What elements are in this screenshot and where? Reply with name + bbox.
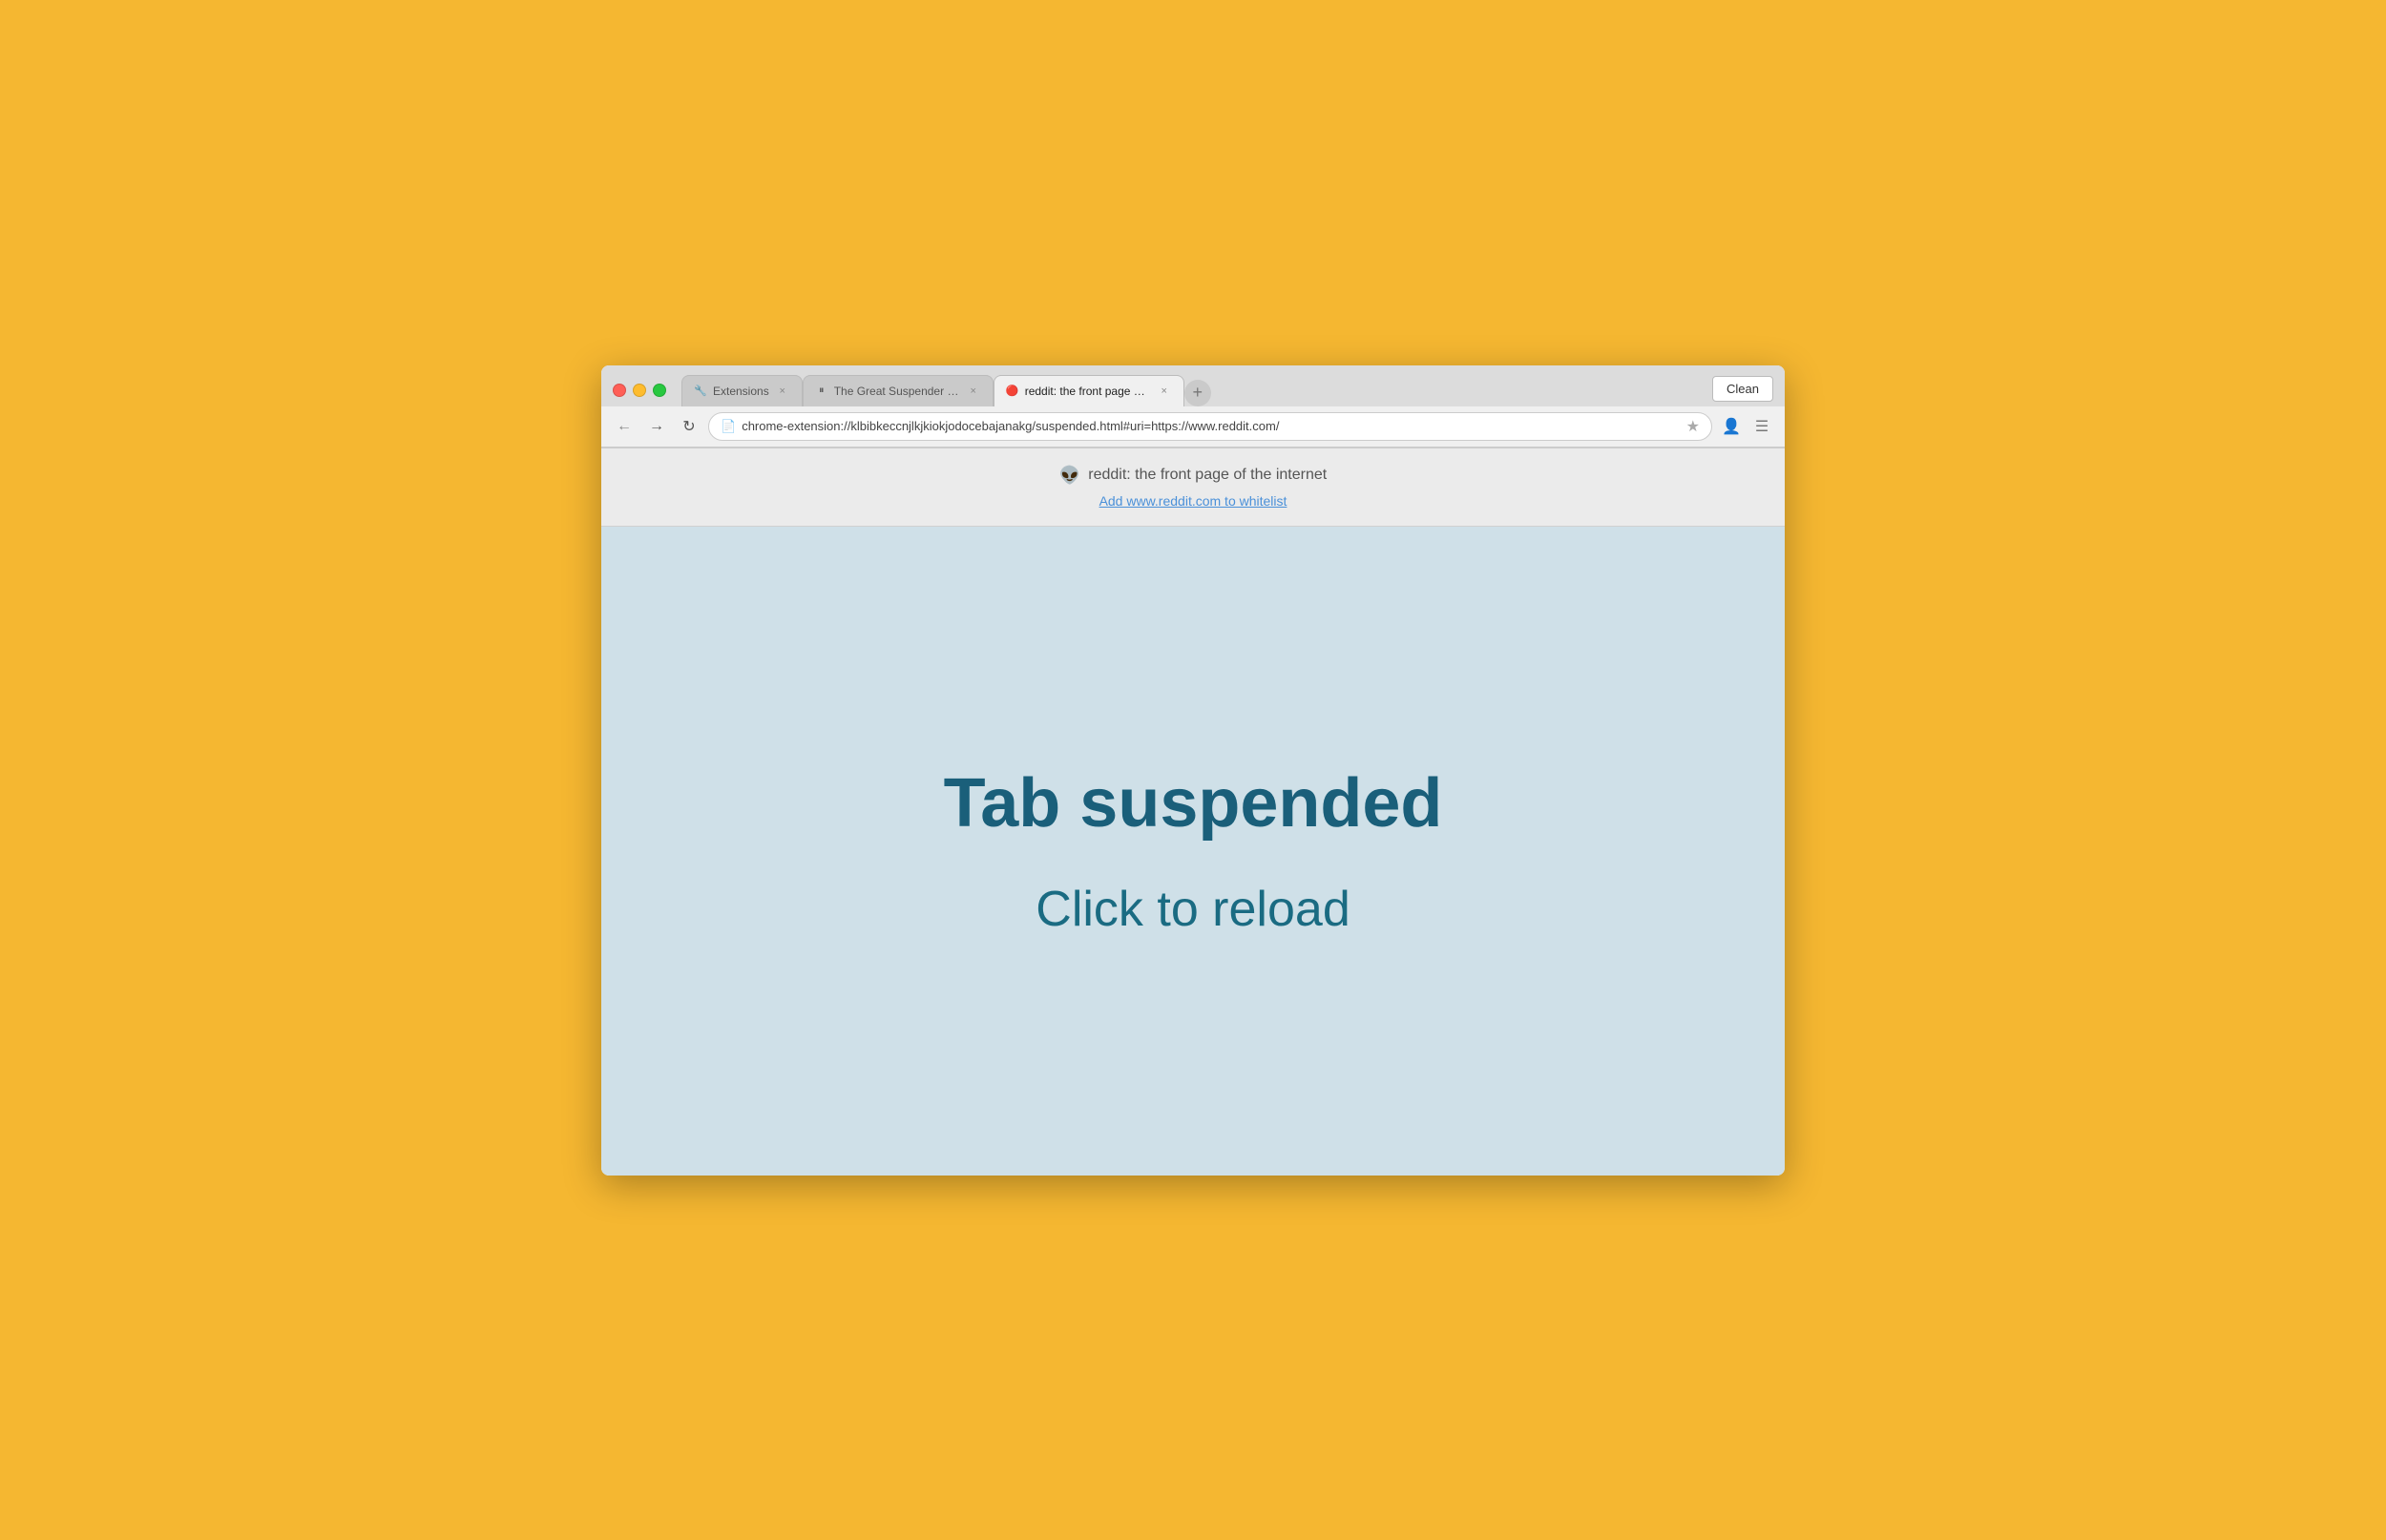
reddit-tab-close[interactable]: ×: [1157, 384, 1172, 399]
great-suspender-tab-label: The Great Suspender - Ch…: [834, 385, 960, 398]
clean-button[interactable]: Clean: [1712, 376, 1773, 402]
tab-list: 🔧 Extensions × ⏸ The Great Suspender - C…: [681, 375, 1705, 406]
click-to-reload-text: Click to reload: [1036, 881, 1350, 938]
extensions-tab-label: Extensions: [713, 385, 769, 398]
suspended-page-title-row: 👽 reddit: the front page of the internet: [1059, 466, 1327, 486]
suspended-page-title-text: reddit: the front page of the internet: [1088, 467, 1327, 484]
close-button[interactable]: [613, 384, 626, 397]
tab-great-suspender[interactable]: ⏸ The Great Suspender - Ch… ×: [803, 375, 994, 406]
maximize-button[interactable]: [653, 384, 666, 397]
suspended-header: 👽 reddit: the front page of the internet…: [601, 448, 1785, 527]
great-suspender-tab-icon: ⏸: [815, 385, 828, 398]
minimize-button[interactable]: [633, 384, 646, 397]
title-bar-top: 🔧 Extensions × ⏸ The Great Suspender - C…: [601, 365, 1785, 406]
menu-button[interactable]: ☰: [1748, 413, 1775, 440]
address-bar[interactable]: 📄 ★: [708, 412, 1712, 441]
suspended-content[interactable]: Tab suspended Click to reload: [601, 527, 1785, 1176]
reddit-alien-icon: 👽: [1059, 466, 1080, 486]
profile-button[interactable]: 👤: [1718, 413, 1745, 440]
reload-button[interactable]: ↻: [676, 413, 702, 440]
bookmark-star-icon[interactable]: ★: [1686, 417, 1700, 436]
traffic-lights: [613, 384, 666, 397]
browser-window: 🔧 Extensions × ⏸ The Great Suspender - C…: [601, 365, 1785, 1176]
extensions-tab-icon: 🔧: [694, 385, 707, 398]
address-input[interactable]: [742, 419, 1680, 433]
new-tab-button[interactable]: +: [1184, 380, 1211, 406]
nav-right-controls: 👤 ☰: [1718, 413, 1775, 440]
tab-extensions[interactable]: 🔧 Extensions ×: [681, 375, 803, 406]
forward-button[interactable]: →: [643, 413, 670, 440]
back-button[interactable]: ←: [611, 413, 638, 440]
nav-bar: ← → ↻ 📄 ★ 👤 ☰: [601, 406, 1785, 447]
title-bar: 🔧 Extensions × ⏸ The Great Suspender - C…: [601, 365, 1785, 448]
page-icon: 📄: [721, 419, 736, 434]
reddit-tab-icon: 🔴: [1006, 385, 1019, 398]
tab-suspended-heading: Tab suspended: [944, 764, 1443, 843]
reddit-tab-label: reddit: the front page of th…: [1025, 385, 1151, 398]
whitelist-link[interactable]: Add www.reddit.com to whitelist: [1099, 493, 1287, 509]
great-suspender-tab-close[interactable]: ×: [966, 384, 981, 399]
tab-reddit[interactable]: 🔴 reddit: the front page of th… ×: [994, 375, 1184, 406]
extensions-tab-close[interactable]: ×: [775, 384, 790, 399]
